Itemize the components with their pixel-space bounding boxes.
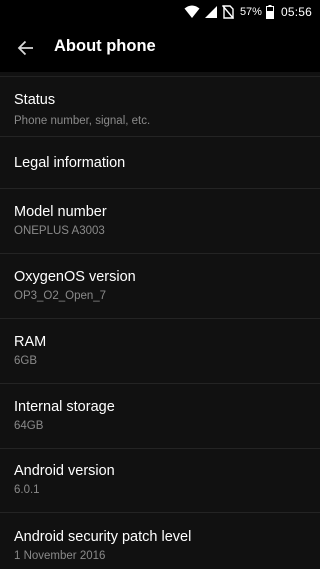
- list-item-ram[interactable]: RAM 6GB: [0, 319, 320, 384]
- signal-icon: [204, 6, 217, 18]
- list-item-summary: Phone number, signal, etc.: [14, 115, 151, 127]
- list-item-title: RAM: [14, 334, 47, 350]
- list-item-internal-storage[interactable]: Internal storage 64GB: [0, 384, 320, 449]
- list-item-title: Internal storage: [14, 399, 115, 415]
- battery-percent: 57%: [239, 6, 262, 18]
- list-item-title: Status: [14, 92, 56, 108]
- arrow-back-icon: [17, 40, 33, 56]
- list-item-summary: 6.0.1: [14, 484, 40, 496]
- list-item-oxygenos-version[interactable]: OxygenOS version OP3_O2_Open_7: [0, 254, 320, 319]
- list-item-title: OxygenOS version: [14, 269, 136, 285]
- list-item-legal-information[interactable]: Legal information: [0, 137, 320, 189]
- list-item-summary: ONEPLUS A3003: [14, 225, 105, 237]
- list-item-title: Legal information: [14, 155, 126, 171]
- status-bar: 57% 05:56: [0, 0, 320, 24]
- list-item-summary: OP3_O2_Open_7: [14, 290, 107, 302]
- settings-list[interactable]: Status Phone number, signal, etc. Legal …: [0, 72, 320, 569]
- toolbar: About phone: [0, 24, 320, 72]
- page-title: About phone: [54, 37, 156, 55]
- wifi-icon: [184, 5, 200, 18]
- list-item-title: Model number: [14, 204, 107, 220]
- list-item-status[interactable]: Status Phone number, signal, etc.: [0, 78, 320, 137]
- list-item-android-version[interactable]: Android version 6.0.1: [0, 449, 320, 513]
- divider: [0, 76, 320, 77]
- list-item-summary: 6GB: [14, 355, 38, 367]
- list-item-model-number[interactable]: Model number ONEPLUS A3003: [0, 189, 320, 254]
- list-item-summary: 64GB: [14, 420, 44, 432]
- status-icons: 57% 05:56: [184, 0, 312, 24]
- no-sim-icon: [221, 5, 234, 19]
- back-button[interactable]: [6, 28, 46, 68]
- list-item-title: Android version: [14, 463, 115, 479]
- list-item-summary: 1 November 2016: [14, 550, 106, 562]
- battery-icon: [265, 5, 274, 19]
- list-item-android-security-patch-level[interactable]: Android security patch level 1 November …: [0, 513, 320, 569]
- list-item-title: Android security patch level: [14, 529, 192, 545]
- clock: 05:56: [280, 5, 312, 19]
